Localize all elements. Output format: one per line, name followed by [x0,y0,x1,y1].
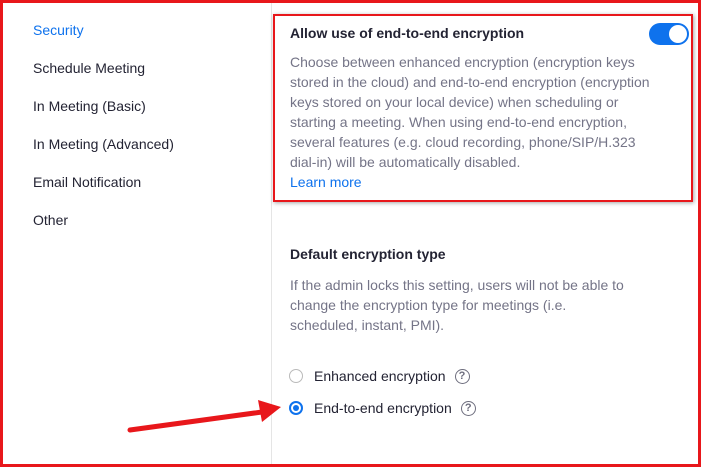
red-arrow-annotation [127,400,281,433]
arrow-head [258,400,281,422]
arrow-shaft [127,409,265,433]
